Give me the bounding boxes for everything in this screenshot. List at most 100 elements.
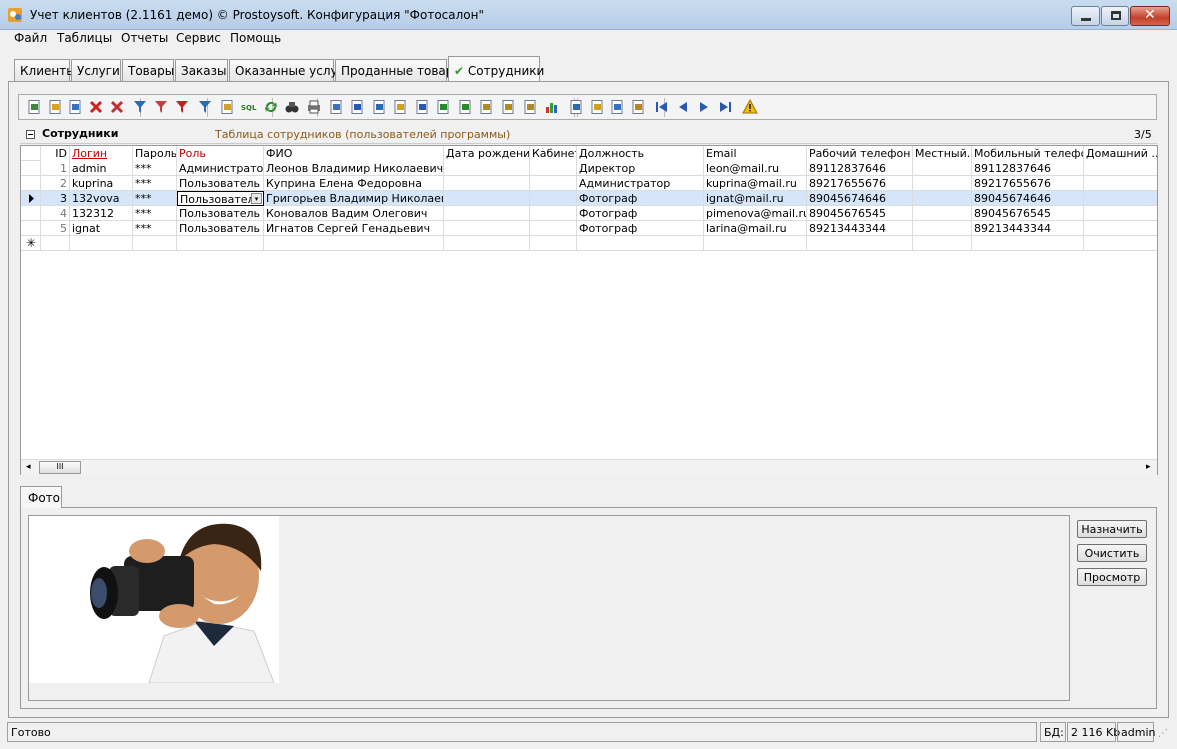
export-csv-icon[interactable] <box>522 99 538 115</box>
tab-clients[interactable]: Клиенты <box>14 59 76 81</box>
new-row-cell[interactable] <box>264 236 444 251</box>
cell-role[interactable]: Администратор <box>177 161 264 176</box>
cell-local[interactable] <box>913 221 972 236</box>
collapse-icon[interactable] <box>26 130 35 139</box>
cell-fio[interactable]: Леонов Владимир Николаевич <box>264 161 444 176</box>
refresh-icon[interactable] <box>263 99 279 115</box>
new-row-cell[interactable] <box>1084 236 1157 251</box>
menu-tables[interactable]: Таблицы <box>57 31 112 45</box>
copy-icon[interactable] <box>67 99 83 115</box>
cell-email[interactable]: larina@mail.ru <box>704 221 807 236</box>
column-header-home[interactable]: Домашний ... <box>1084 146 1157 161</box>
columns-icon[interactable] <box>609 99 625 115</box>
cell-position[interactable]: Фотограф <box>577 221 704 236</box>
view-photo-button[interactable]: Просмотр <box>1077 568 1147 586</box>
new-row-cell[interactable] <box>972 236 1084 251</box>
cell-login[interactable]: 132312 <box>70 206 133 221</box>
cell-cabinet[interactable] <box>530 161 577 176</box>
group-icon[interactable] <box>219 99 235 115</box>
row-indicator[interactable] <box>21 176 41 191</box>
cell-local[interactable] <box>913 161 972 176</box>
column-header-birth[interactable]: Дата рождения <box>444 146 530 161</box>
cell-password[interactable]: *** <box>133 206 177 221</box>
menu-reports[interactable]: Отчеты <box>121 31 168 45</box>
cell-mobile[interactable]: 89045674646 <box>972 191 1084 206</box>
row-indicator[interactable] <box>21 221 41 236</box>
assign-photo-button[interactable]: Назначить <box>1077 520 1147 538</box>
menu-help[interactable]: Помощь <box>230 31 281 45</box>
cell-email[interactable]: kuprina@mail.ru <box>704 176 807 191</box>
last-icon[interactable] <box>717 99 733 115</box>
export-word2-icon[interactable] <box>371 99 387 115</box>
new-row-cell[interactable] <box>177 236 264 251</box>
title-bar[interactable]: Учет клиентов (2.1161 демо) © Prostoysof… <box>0 0 1177 30</box>
table-row[interactable]: 2 kuprina *** Пользователь Куприна Елена Фед… <box>21 176 1157 191</box>
cell-home[interactable] <box>1084 221 1157 236</box>
add-icon[interactable] <box>26 99 42 115</box>
cell-password[interactable]: *** <box>133 176 177 191</box>
employees-grid[interactable]: ID Логин Пароль Роль ФИО Дата рождения Кабинет… <box>20 145 1158 475</box>
funnel-icon[interactable] <box>197 99 213 115</box>
clear-photo-button[interactable]: Очистить <box>1077 544 1147 562</box>
cell-role[interactable]: Пользователь <box>177 221 264 236</box>
column-header-local[interactable]: Местный... <box>913 146 972 161</box>
column-header-fio[interactable]: ФИО <box>264 146 444 161</box>
column-header-position[interactable]: Должность <box>577 146 704 161</box>
cell-login[interactable]: kuprina <box>70 176 133 191</box>
print-icon[interactable] <box>306 99 322 115</box>
cell-work-phone[interactable]: 89112837646 <box>807 161 913 176</box>
chevron-down-icon[interactable]: ▾ <box>251 193 262 204</box>
table-row[interactable]: 1 admin *** Администратор Леонов Владимир Ни… <box>21 161 1157 176</box>
delete-icon[interactable] <box>88 99 104 115</box>
cell-birth[interactable] <box>444 161 530 176</box>
preview-icon[interactable] <box>328 99 344 115</box>
tab-services[interactable]: Услуги <box>71 59 121 81</box>
cell-work-phone[interactable]: 89045674646 <box>807 191 913 206</box>
cell-password[interactable]: *** <box>133 221 177 236</box>
new-row[interactable]: ✳ <box>21 236 1157 251</box>
new-row-cell[interactable] <box>530 236 577 251</box>
column-header-password[interactable]: Пароль <box>133 146 177 161</box>
close-button[interactable]: ✕ <box>1130 6 1170 26</box>
export-word-icon[interactable] <box>349 99 365 115</box>
warning-icon[interactable] <box>742 99 758 115</box>
prev-icon[interactable] <box>675 99 691 115</box>
column-header-id[interactable]: ID <box>41 146 70 161</box>
cell-birth[interactable] <box>444 206 530 221</box>
cell-position[interactable]: Фотограф <box>577 191 704 206</box>
cell-login[interactable]: admin <box>70 161 133 176</box>
delete-multiple-icon[interactable] <box>109 99 125 115</box>
scroll-left-icon[interactable]: ◂ <box>26 462 31 472</box>
cell-local[interactable] <box>913 206 972 221</box>
column-header-role[interactable]: Роль <box>177 146 264 161</box>
export-icon[interactable] <box>392 99 408 115</box>
table-row[interactable]: 4 132312 *** Пользователь Коновалов Вадим Ол… <box>21 206 1157 221</box>
cell-home[interactable] <box>1084 191 1157 206</box>
cell-position[interactable]: Директор <box>577 161 704 176</box>
tab-photo[interactable]: Фото <box>20 486 62 508</box>
cell-mobile[interactable]: 89213443344 <box>972 221 1084 236</box>
cell-work-phone[interactable]: 89213443344 <box>807 221 913 236</box>
export-xml-icon[interactable] <box>500 99 516 115</box>
cell-position[interactable]: Администратор <box>577 176 704 191</box>
export-word3-icon[interactable] <box>414 99 430 115</box>
new-row-cell[interactable] <box>913 236 972 251</box>
table-row[interactable]: 5 ignat *** Пользователь Игнатов Сергей Гена… <box>21 221 1157 236</box>
horizontal-scrollbar[interactable]: ◂ III ▸ <box>21 459 1157 475</box>
cell-work-phone[interactable]: 89045676545 <box>807 206 913 221</box>
layout-icon[interactable] <box>630 99 646 115</box>
cell-login[interactable]: 132vova <box>70 191 133 206</box>
sort-desc-icon[interactable] <box>589 99 605 115</box>
tab-provided-services[interactable]: Оказанные услуги <box>229 59 352 81</box>
new-row-cell[interactable] <box>41 236 70 251</box>
scroll-thumb[interactable]: III <box>39 461 81 474</box>
cell-fio[interactable]: Григорьев Владимир Николаевич <box>264 191 444 206</box>
cell-fio[interactable]: Куприна Елена Федоровна <box>264 176 444 191</box>
cell-cabinet[interactable] <box>530 176 577 191</box>
new-row-cell[interactable] <box>133 236 177 251</box>
cell-password[interactable]: *** <box>133 161 177 176</box>
row-indicator[interactable] <box>21 206 41 221</box>
cell-id[interactable]: 4 <box>41 206 70 221</box>
chart-icon[interactable] <box>544 99 560 115</box>
role-dropdown[interactable]: Пользовател ▾ <box>177 191 264 206</box>
